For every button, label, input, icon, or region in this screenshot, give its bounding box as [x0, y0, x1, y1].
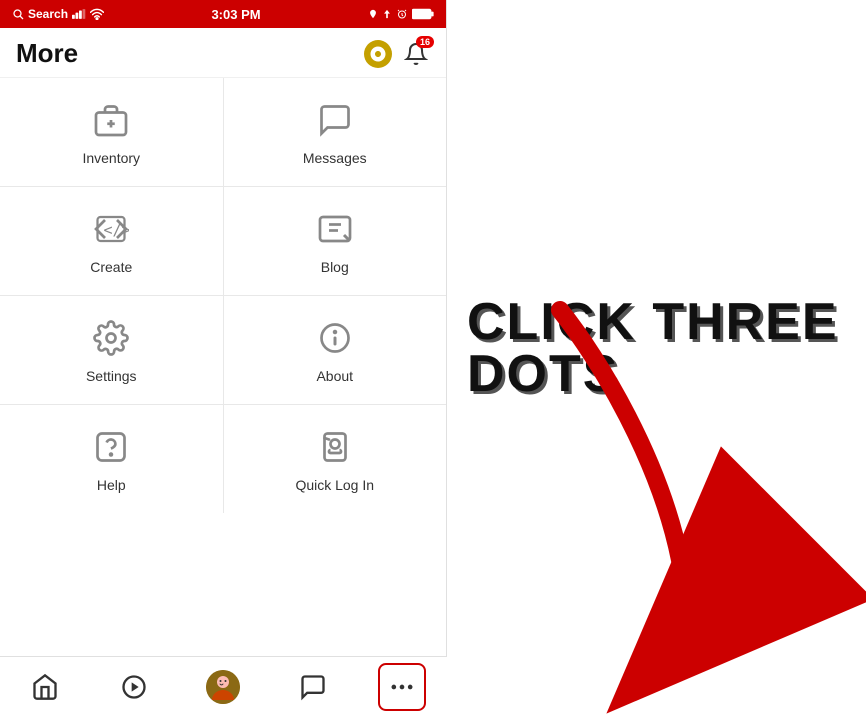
quicklogin-icon-container: [313, 425, 357, 469]
blog-label: Blog: [321, 259, 349, 275]
about-cell[interactable]: About: [224, 296, 447, 404]
help-cell[interactable]: Help: [0, 405, 223, 513]
header-icons: 16: [364, 40, 430, 68]
page-title: More: [16, 38, 78, 69]
blog-cell[interactable]: Blog: [224, 187, 447, 295]
nav-chat[interactable]: [289, 663, 337, 711]
inventory-cell[interactable]: Inventory: [0, 78, 223, 186]
settings-cell[interactable]: Settings: [0, 296, 223, 404]
nav-more[interactable]: [378, 663, 426, 711]
create-cell[interactable]: </> Create: [0, 187, 223, 295]
inventory-icon-container: [89, 98, 133, 142]
battery-icon: [412, 8, 434, 20]
blog-icon: [317, 211, 353, 247]
phone-frame: Search 3:03 PM: [0, 0, 447, 716]
settings-label: Settings: [86, 368, 137, 384]
create-label: Create: [90, 259, 132, 275]
wifi-icon: [90, 8, 104, 20]
notifications-button[interactable]: 16: [402, 40, 430, 68]
help-icon-container: [89, 425, 133, 469]
nav-play[interactable]: [110, 663, 158, 711]
svg-text:</>: </>: [104, 221, 130, 239]
inventory-icon: [93, 102, 129, 138]
help-icon: [93, 429, 129, 465]
create-icon-container: </>: [89, 207, 133, 251]
status-bar: Search 3:03 PM: [0, 0, 446, 28]
avatar-svg: [206, 670, 240, 704]
status-time: 3:03 PM: [211, 7, 260, 22]
annotation-area: CLICK THREE DOTS: [447, 0, 866, 716]
about-icon: [317, 320, 353, 356]
location-icon: [368, 8, 378, 20]
quicklogin-icon: [317, 429, 353, 465]
play-icon: [120, 673, 148, 701]
messages-icon: [317, 102, 353, 138]
notification-badge: 16: [416, 36, 434, 48]
app-content: More 16: [0, 28, 446, 656]
avatar-image: [206, 670, 240, 704]
settings-icon-container: [89, 316, 133, 360]
nav-home[interactable]: [21, 663, 69, 711]
blog-icon-container: [313, 207, 357, 251]
robux-button[interactable]: [364, 40, 392, 68]
messages-label: Messages: [303, 150, 367, 166]
settings-icon: [93, 320, 129, 356]
status-left: Search: [12, 7, 104, 21]
app-header: More 16: [0, 28, 446, 78]
status-right: [368, 8, 434, 20]
messages-icon-container: [313, 98, 357, 142]
bottom-nav: [0, 656, 447, 716]
menu-grid: Inventory Messages: [0, 78, 446, 513]
search-icon: [12, 8, 24, 20]
nav-avatar[interactable]: [199, 663, 247, 711]
about-icon-container: [313, 316, 357, 360]
more-dots-icon: [388, 673, 416, 701]
annotation-text: CLICK THREE DOTS: [467, 296, 839, 400]
create-icon: </>: [93, 211, 129, 247]
help-label: Help: [97, 477, 126, 493]
robux-icon: [369, 45, 387, 63]
messages-cell[interactable]: Messages: [224, 78, 447, 186]
quicklogin-label: Quick Log In: [295, 477, 374, 493]
signal-icon: [72, 8, 86, 20]
home-icon: [31, 673, 59, 701]
status-search-label: Search: [28, 7, 68, 21]
alarm-icon: [396, 8, 408, 20]
about-label: About: [316, 368, 353, 384]
menu-grid-container: Inventory Messages: [0, 78, 446, 656]
upload-icon: [382, 8, 392, 20]
inventory-label: Inventory: [82, 150, 140, 166]
quicklogin-cell[interactable]: Quick Log In: [224, 405, 447, 513]
chat-icon: [299, 673, 327, 701]
